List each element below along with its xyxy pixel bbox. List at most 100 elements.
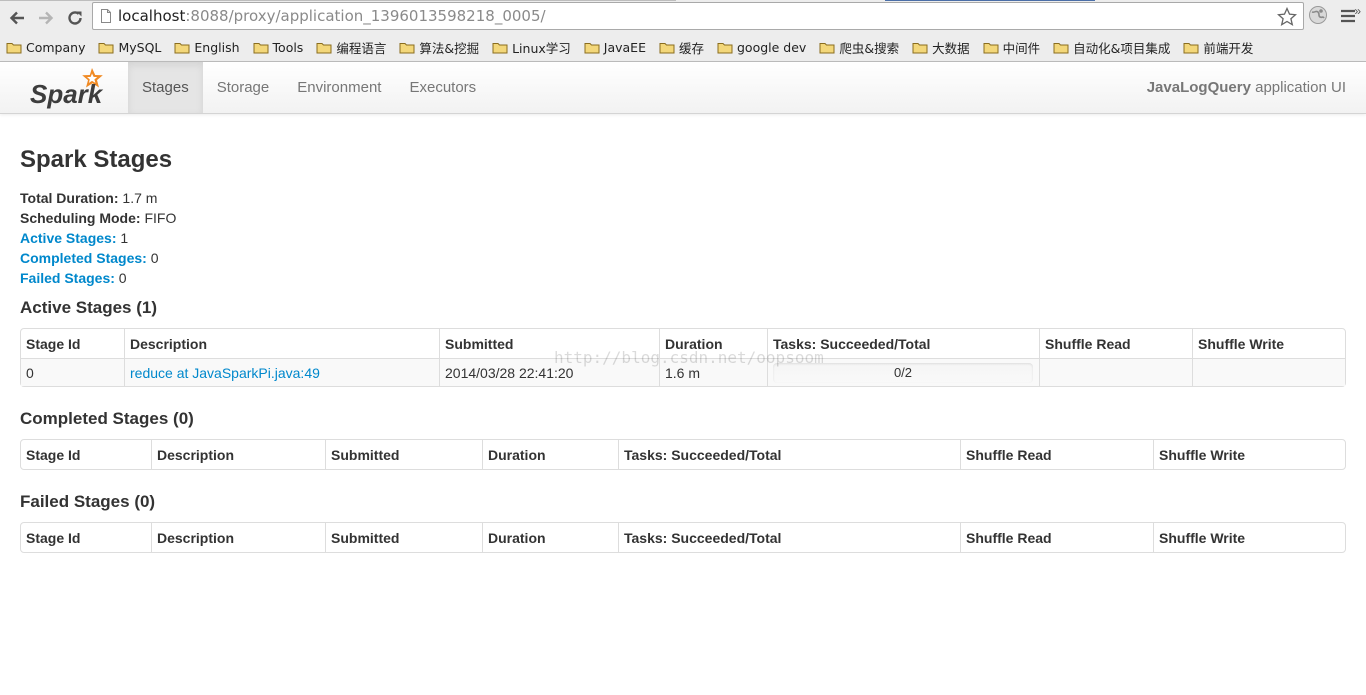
bookmark-item[interactable]: 自动化&项目集成 bbox=[1053, 38, 1170, 57]
bookmarks-overflow-icon[interactable]: » bbox=[1354, 4, 1361, 18]
browser-chrome: localhost:8088/proxy/application_1396013… bbox=[0, 0, 1366, 62]
column-header: Duration bbox=[482, 523, 618, 552]
bookmark-item[interactable]: 爬虫&搜索 bbox=[819, 38, 899, 57]
active-stages-count: Active Stages: 1 bbox=[20, 230, 129, 246]
active-stages-link[interactable]: Active Stages: bbox=[20, 230, 116, 246]
table-row: 0 reduce at JavaSparkPi.java:49 2014/03/… bbox=[21, 358, 1345, 386]
tab-stages[interactable]: Stages bbox=[128, 62, 203, 113]
tab-storage[interactable]: Storage bbox=[203, 62, 284, 113]
bookmark-label: 算法&挖掘 bbox=[419, 40, 480, 56]
bookmark-label: Tools bbox=[272, 39, 304, 55]
completed-stages-link[interactable]: Completed Stages: bbox=[20, 250, 147, 266]
bookmark-item[interactable]: 缓存 bbox=[659, 38, 704, 57]
completed-stages-count: Completed Stages: 0 bbox=[20, 250, 159, 266]
stage-description-link[interactable]: reduce at JavaSparkPi.java:49 bbox=[130, 365, 320, 381]
completed-stages-table: Stage Id Description Submitted Duration Task… bbox=[20, 439, 1346, 470]
tasks-cell: 0/2 bbox=[767, 358, 1039, 386]
bookmark-label: English bbox=[194, 39, 240, 55]
bookmark-label: 中间件 bbox=[1002, 40, 1041, 56]
bookmark-star-icon[interactable] bbox=[1277, 7, 1297, 27]
page-content: Spark Stages Total Duration: 1.7 m Sched… bbox=[0, 145, 1366, 553]
column-header: Tasks: Succeeded/Total bbox=[618, 440, 960, 469]
bookmark-item[interactable]: google dev bbox=[717, 40, 806, 55]
application-title: JavaLogQuery application UI bbox=[1147, 79, 1346, 96]
failed-stages-heading: Failed Stages (0) bbox=[20, 492, 156, 511]
folder-icon bbox=[174, 42, 190, 53]
bookmark-label: google dev bbox=[737, 39, 807, 55]
bookmark-label: MySQL bbox=[118, 39, 162, 55]
bookmark-label: Linux学习 bbox=[512, 40, 571, 56]
page-icon bbox=[101, 9, 111, 23]
bookmark-item[interactable]: Company bbox=[6, 40, 85, 55]
folder-icon bbox=[1183, 42, 1199, 53]
folder-icon bbox=[819, 42, 835, 53]
folder-icon bbox=[983, 42, 999, 53]
bookmark-item[interactable]: 大数据 bbox=[912, 38, 970, 57]
globe-icon[interactable] bbox=[1308, 5, 1328, 25]
folder-icon bbox=[492, 42, 508, 53]
page-title: Spark Stages bbox=[20, 146, 173, 173]
stage-summary: Total Duration: 1.7 m Scheduling Mode: F… bbox=[20, 188, 1346, 288]
tasks-progress-text: 0/2 bbox=[893, 364, 913, 380]
bookmark-item[interactable]: 前端开发 bbox=[1183, 38, 1253, 57]
column-header: Shuffle Write bbox=[1192, 329, 1345, 358]
spark-navbar: Spark Stages Storage Environment Executo… bbox=[0, 62, 1366, 114]
bookmark-item[interactable]: JavaEE bbox=[584, 40, 646, 55]
bookmark-item[interactable]: 算法&挖掘 bbox=[399, 38, 479, 57]
bookmark-label: 大数据 bbox=[932, 40, 970, 56]
bookmark-item[interactable]: Tools bbox=[253, 39, 304, 55]
column-header: Duration bbox=[482, 440, 618, 469]
folder-icon bbox=[1053, 42, 1069, 53]
column-header: Tasks: Succeeded/Total bbox=[767, 329, 1039, 358]
scheduling-mode: Scheduling Mode: FIFO bbox=[20, 210, 177, 226]
column-header: Submitted bbox=[439, 329, 659, 358]
tab-executors[interactable]: Executors bbox=[395, 62, 490, 113]
active-stages-table: Stage Id Description Submitted Duration Task… bbox=[20, 328, 1346, 387]
column-header: Stage Id bbox=[26, 446, 81, 463]
app-name: JavaLogQuery bbox=[1146, 79, 1251, 96]
folder-icon bbox=[912, 42, 928, 53]
forward-icon[interactable] bbox=[34, 6, 58, 30]
spark-logo[interactable]: Spark bbox=[28, 65, 110, 109]
column-header: Description bbox=[124, 329, 439, 358]
bookmarks-bar: Company MySQL English Tools 编程语言 算法&挖掘 Linux学习… bbox=[0, 36, 1366, 58]
folder-icon bbox=[98, 42, 114, 53]
column-header: Stage Id bbox=[26, 529, 81, 546]
column-header: Shuffle Read bbox=[960, 523, 1153, 552]
folder-icon bbox=[584, 42, 600, 53]
reload-icon[interactable] bbox=[63, 6, 87, 30]
column-header: Shuffle Read bbox=[960, 440, 1153, 469]
shuffle-read-cell bbox=[1039, 358, 1192, 386]
bookmark-label: Company bbox=[26, 39, 86, 55]
failed-stages-link[interactable]: Failed Stages: bbox=[20, 270, 115, 286]
column-header: Shuffle Write bbox=[1153, 523, 1345, 552]
folder-icon bbox=[717, 42, 733, 53]
bookmark-item[interactable]: Linux学习 bbox=[492, 38, 571, 57]
table-header-row: Stage Id Description Submitted Duration Task… bbox=[21, 523, 1345, 552]
folder-icon bbox=[399, 42, 415, 53]
table-header-row: Stage Id Description Submitted Duration Task… bbox=[21, 440, 1345, 469]
app-suffix: application UI bbox=[1250, 79, 1346, 96]
folder-icon bbox=[316, 42, 332, 53]
column-header: Submitted bbox=[325, 523, 482, 552]
column-header: Stage Id bbox=[26, 335, 81, 352]
tasks-progress-bar: 0/2 bbox=[773, 362, 1033, 383]
bookmark-label: JavaEE bbox=[603, 39, 646, 55]
bookmark-item[interactable]: English bbox=[174, 39, 240, 55]
table-header-row: Stage Id Description Submitted Duration Task… bbox=[21, 329, 1345, 358]
bookmark-item[interactable]: 编程语言 bbox=[316, 38, 386, 57]
stage-id-cell: 0 bbox=[21, 358, 124, 386]
completed-stages-heading: Completed Stages (0) bbox=[20, 409, 194, 428]
bookmark-label: 爬虫&搜索 bbox=[839, 40, 900, 56]
active-stages-heading: Active Stages (1) bbox=[20, 298, 157, 317]
url-text[interactable]: localhost:8088/proxy/application_1396013… bbox=[118, 7, 546, 25]
address-bar[interactable]: localhost:8088/proxy/application_1396013… bbox=[92, 2, 1304, 30]
back-icon[interactable] bbox=[5, 6, 29, 30]
nav-tabs: Stages Storage Environment Executors bbox=[128, 62, 490, 113]
bookmark-label: 缓存 bbox=[678, 40, 704, 56]
bookmark-item[interactable]: MySQL bbox=[98, 40, 161, 55]
column-header: Submitted bbox=[325, 440, 482, 469]
column-header: Description bbox=[151, 523, 325, 552]
bookmark-item[interactable]: 中间件 bbox=[983, 38, 1041, 57]
tab-environment[interactable]: Environment bbox=[283, 62, 395, 113]
